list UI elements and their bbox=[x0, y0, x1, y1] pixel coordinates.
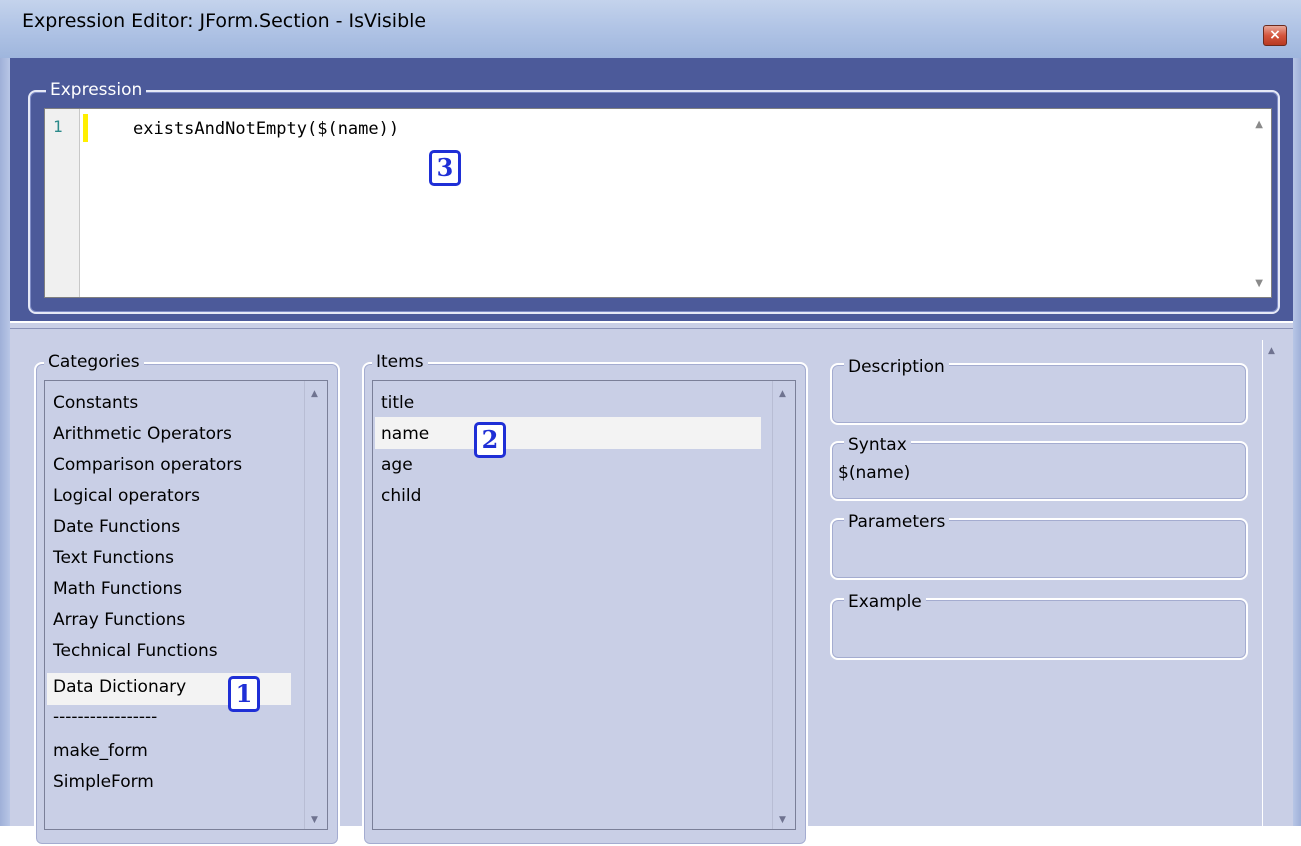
annotation-badge-2: 2 bbox=[474, 422, 506, 458]
description-label: Description bbox=[844, 357, 949, 377]
annotation-badge-3: 3 bbox=[429, 150, 461, 186]
category-item-selected[interactable]: Data Dictionary bbox=[53, 677, 186, 697]
scroll-up-icon[interactable]: ▲ bbox=[311, 389, 318, 399]
line-change-marker bbox=[83, 114, 88, 142]
syntax-label: Syntax bbox=[844, 435, 911, 455]
items-selection-highlight bbox=[375, 417, 761, 449]
syntax-groupbox: Syntax $(name) bbox=[830, 435, 1248, 501]
scroll-up-icon[interactable]: ▲ bbox=[1255, 119, 1263, 130]
close-button[interactable]: × bbox=[1263, 25, 1287, 46]
annotation-badge-1: 1 bbox=[228, 676, 260, 712]
example-label: Example bbox=[844, 592, 926, 612]
window-title: Expression Editor: JForm.Section - IsVis… bbox=[22, 10, 427, 32]
scroll-down-icon[interactable]: ▼ bbox=[779, 815, 786, 825]
scroll-down-icon[interactable]: ▼ bbox=[1255, 278, 1263, 289]
expression-editor-window: Expression Editor: JForm.Section - IsVis… bbox=[0, 0, 1301, 846]
category-item[interactable]: SimpleForm bbox=[53, 772, 154, 792]
category-item[interactable]: Date Functions bbox=[53, 517, 180, 537]
scroll-down-icon[interactable]: ▼ bbox=[311, 815, 318, 825]
category-separator: ----------------- bbox=[53, 707, 158, 727]
parameters-label: Parameters bbox=[844, 512, 950, 532]
category-item[interactable]: Array Functions bbox=[53, 610, 185, 630]
panel-splitter[interactable] bbox=[10, 321, 1293, 329]
item-title[interactable]: title bbox=[381, 393, 414, 413]
category-item[interactable]: Logical operators bbox=[53, 486, 200, 506]
category-item[interactable]: make_form bbox=[53, 741, 148, 761]
category-item[interactable]: Arithmetic Operators bbox=[53, 424, 232, 444]
editor-scrollbar[interactable]: ▲ ▼ bbox=[1251, 109, 1271, 297]
scroll-up-icon[interactable]: ▲ bbox=[779, 389, 786, 399]
syntax-value: $(name) bbox=[838, 463, 911, 483]
parameters-groupbox: Parameters bbox=[830, 512, 1248, 580]
window-left-border bbox=[0, 58, 10, 826]
items-scrollbar[interactable]: ▲ ▼ bbox=[772, 381, 795, 829]
item-child[interactable]: child bbox=[381, 486, 421, 506]
item-age[interactable]: age bbox=[381, 455, 413, 475]
description-groupbox: Description bbox=[830, 357, 1248, 425]
categories-list[interactable]: Constants Arithmetic Operators Compariso… bbox=[44, 380, 328, 830]
scroll-up-icon[interactable]: ▲ bbox=[1268, 346, 1275, 356]
category-item[interactable]: Comparison operators bbox=[53, 455, 242, 475]
items-list[interactable]: title name age child ▲ ▼ bbox=[372, 380, 796, 830]
category-item[interactable]: Math Functions bbox=[53, 579, 182, 599]
title-bar: Expression Editor: JForm.Section - IsVis… bbox=[0, 0, 1301, 59]
item-name-selected[interactable]: name bbox=[381, 424, 429, 444]
categories-scrollbar[interactable]: ▲ ▼ bbox=[304, 381, 327, 829]
expression-label: Expression bbox=[46, 80, 147, 100]
category-item[interactable]: Technical Functions bbox=[53, 641, 218, 661]
categories-label: Categories bbox=[44, 352, 144, 372]
items-label: Items bbox=[372, 352, 428, 372]
category-item[interactable]: Constants bbox=[53, 393, 138, 413]
category-item[interactable]: Text Functions bbox=[53, 548, 174, 568]
details-scrollbar[interactable]: ▲ bbox=[1262, 340, 1283, 826]
expression-editor-input[interactable]: 1 existsAndNotEmpty($(name)) ▲ ▼ bbox=[44, 108, 1272, 298]
expression-code[interactable]: existsAndNotEmpty($(name)) bbox=[133, 119, 399, 139]
example-groupbox: Example bbox=[830, 592, 1248, 660]
line-number-gutter: 1 bbox=[45, 109, 80, 297]
window-right-border bbox=[1293, 58, 1301, 826]
line-number: 1 bbox=[53, 117, 63, 136]
